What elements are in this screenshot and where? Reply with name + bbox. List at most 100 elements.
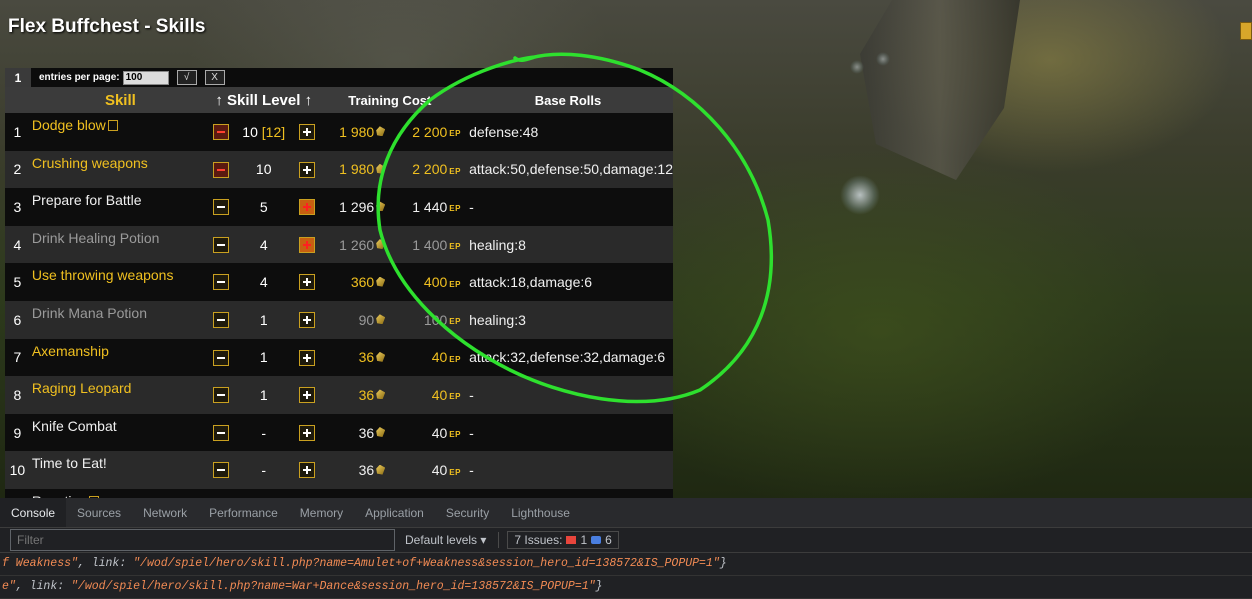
console-log-line[interactable]: e", link: "/wod/spiel/hero/skill.php?nam… <box>0 576 1252 599</box>
table-row: 8 Raging Leopard 1 36 40 EP - <box>5 376 673 414</box>
skill-name-link[interactable]: Drink Healing Potion <box>32 230 160 246</box>
close-button[interactable]: X <box>204 70 225 85</box>
increase-level-button[interactable] <box>298 199 315 216</box>
level-cell: 4 <box>230 225 297 264</box>
skill-name-link[interactable]: Use throwing weapons <box>32 267 174 283</box>
decrease-level-button[interactable] <box>212 462 229 479</box>
devtools-tab-console[interactable]: Console <box>0 498 67 527</box>
gold-cell <box>376 338 390 377</box>
skill-name-link[interactable]: Knife Combat <box>32 418 117 434</box>
apply-button[interactable]: √ <box>176 70 197 85</box>
header-base-rolls[interactable]: Base Rolls <box>463 87 673 113</box>
issues-errors-count: 1 <box>580 533 588 547</box>
devtools-tab-memory[interactable]: Memory <box>289 498 354 527</box>
level-cell: 1 <box>230 338 297 377</box>
issues-label: 7 Issues: <box>514 533 563 547</box>
header-skill-level[interactable]: ↑ Skill Level ↑ <box>210 87 317 113</box>
increase-level-button[interactable] <box>298 424 315 441</box>
increase-cell <box>296 263 317 301</box>
increase-level-button[interactable] <box>298 312 315 329</box>
increase-cell <box>296 451 317 489</box>
table-row: 9 Knife Combat - 36 40 EP - <box>5 413 673 452</box>
devtools-tabs: Console Sources Network Performance Memory Ap… <box>0 498 1252 528</box>
decrease-level-button[interactable] <box>212 312 229 329</box>
skill-name-cell: Dodge blow <box>29 113 211 151</box>
log-link: "/wod/spiel/hero/skill.php?name=War+Danc… <box>71 580 596 593</box>
page-number-button[interactable]: 1 <box>5 68 31 87</box>
skill-name-link[interactable]: Raging Leopard <box>32 380 132 396</box>
gold-coin-icon <box>376 276 386 287</box>
increase-level-button[interactable] <box>298 161 315 178</box>
cost-ep: 40 <box>389 376 450 414</box>
decrease-level-button[interactable] <box>212 199 229 216</box>
increase-cell <box>296 376 317 414</box>
increase-level-button[interactable] <box>298 124 315 141</box>
header-training-cost[interactable]: Training Cost <box>316 87 464 113</box>
issues-counter[interactable]: 7 Issues: 1 6 <box>507 531 619 549</box>
level-cell: 1 <box>230 300 297 339</box>
devtools-tab-security[interactable]: Security <box>435 498 500 527</box>
decrease-level-button[interactable] <box>212 236 229 253</box>
base-rolls: - <box>463 188 673 226</box>
increase-level-button[interactable] <box>298 349 315 366</box>
level-cell: 1 <box>230 376 297 414</box>
entries-per-page-input[interactable] <box>122 70 169 85</box>
log-key: , link: <box>15 580 72 593</box>
skill-level: 1 <box>259 349 268 366</box>
increase-level-button[interactable] <box>298 274 315 291</box>
background-orb <box>876 52 890 66</box>
gold-cell <box>376 300 390 339</box>
skill-name-link[interactable]: Axemanship <box>32 343 109 359</box>
log-levels-dropdown[interactable]: Default levels ▾ <box>405 533 486 547</box>
decrease-level-button[interactable] <box>212 161 229 178</box>
row-number: 9 <box>5 413 30 452</box>
skill-name-link[interactable]: Crushing weapons <box>32 155 148 171</box>
skill-level: 5 <box>259 198 268 215</box>
decrease-level-button[interactable] <box>212 349 229 366</box>
console-log-line[interactable]: f Weakness", link: "/wod/spiel/hero/skil… <box>0 553 1252 576</box>
skill-name-link[interactable]: Time to Eat! <box>32 455 107 471</box>
base-rolls: attack:32,defense:32,damage:6 <box>463 338 673 377</box>
decrease-level-button[interactable] <box>212 424 229 441</box>
log-brace: } <box>719 557 727 570</box>
cost-gold: 1 980 <box>316 113 377 151</box>
table-row: 5 Use throwing weapons 4 360 400 EP attack:18… <box>5 263 673 301</box>
increase-level-button[interactable] <box>298 387 315 404</box>
devtools-tab-network[interactable]: Network <box>132 498 198 527</box>
devtools-tab-application[interactable]: Application <box>354 498 435 527</box>
increase-level-button[interactable] <box>298 236 315 253</box>
ep-cell: EP <box>449 225 464 264</box>
ep-label: EP <box>449 166 461 176</box>
devtools-tab-performance[interactable]: Performance <box>198 498 289 527</box>
ep-label: EP <box>449 129 461 139</box>
decrease-level-button[interactable] <box>212 124 229 141</box>
gold-coin-icon <box>376 314 386 325</box>
cost-ep: 2 200 <box>389 150 450 189</box>
skill-name-cell: Knife Combat <box>29 413 211 452</box>
skill-name-cell: Axemanship <box>29 338 211 377</box>
log-key: , link: <box>77 557 134 570</box>
cost-gold: 36 <box>316 451 377 489</box>
ep-cell: EP <box>449 488 464 498</box>
decrease-level-button[interactable] <box>212 387 229 404</box>
ep-cell: EP <box>449 263 464 301</box>
row-number: 6 <box>5 300 30 339</box>
decrease-cell <box>210 488 231 498</box>
corner-badge[interactable] <box>1240 22 1252 40</box>
console-filter-input[interactable] <box>10 529 395 551</box>
decrease-level-button[interactable] <box>212 274 229 291</box>
skill-name-link[interactable]: Dodge blow <box>32 117 106 133</box>
devtools-tab-sources[interactable]: Sources <box>66 498 132 527</box>
devtools-tab-lighthouse[interactable]: Lighthouse <box>500 498 581 527</box>
skill-name-link[interactable]: Drink Mana Potion <box>32 305 147 321</box>
level-cell: - <box>230 488 297 498</box>
skill-name-link[interactable]: Prepare for Battle <box>32 192 142 208</box>
header-skill[interactable]: Skill <box>29 87 211 113</box>
gold-coin-icon <box>376 201 386 212</box>
skill-name-cell: Prepare for Battle <box>29 188 211 226</box>
info-tag-icon[interactable] <box>107 119 118 131</box>
ep-cell: EP <box>449 300 464 339</box>
decrease-cell <box>210 150 231 189</box>
increase-level-button[interactable] <box>298 462 315 479</box>
ep-label: EP <box>449 242 461 252</box>
